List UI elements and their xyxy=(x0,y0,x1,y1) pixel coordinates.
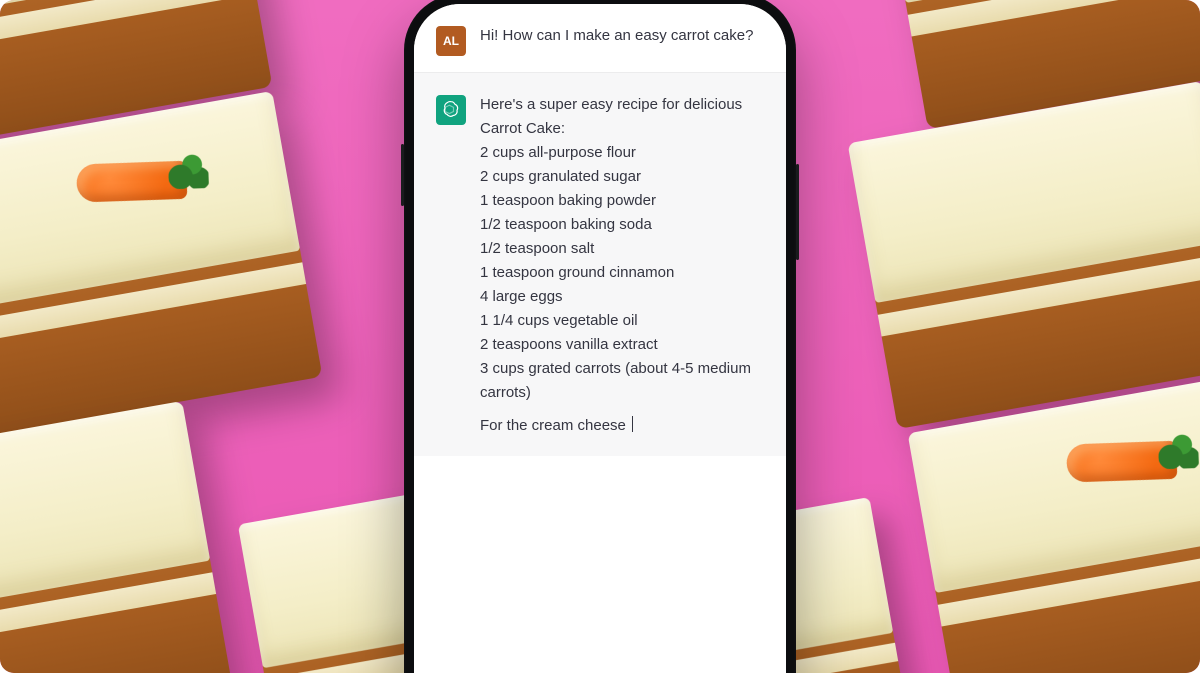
carrot-cake-slice xyxy=(848,81,1200,429)
carrot-cake-slice xyxy=(0,401,232,673)
ingredient-line: 1 1/4 cups vegetable oil xyxy=(480,309,764,333)
phone-frame: AL Hi! How can I make an easy carrot cak… xyxy=(404,0,796,673)
chat-message-assistant: Here's a super easy recipe for delicious… xyxy=(414,72,786,456)
assistant-avatar xyxy=(436,95,466,125)
typing-caret-icon xyxy=(632,416,633,432)
user-message-text: Hi! How can I make an easy carrot cake? xyxy=(480,24,764,54)
ingredient-line: 1/2 teaspoon salt xyxy=(480,237,764,261)
openai-logo-icon xyxy=(441,99,461,122)
ingredient-line: 2 cups granulated sugar xyxy=(480,165,764,189)
chat-message-user: AL Hi! How can I make an easy carrot cak… xyxy=(414,4,786,72)
ingredient-line: 3 cups grated carrots (about 4-5 medium … xyxy=(480,357,764,405)
promo-stage: AL Hi! How can I make an easy carrot cak… xyxy=(0,0,1200,673)
phone-screen[interactable]: AL Hi! How can I make an easy carrot cak… xyxy=(414,4,786,673)
chat-thread[interactable]: AL Hi! How can I make an easy carrot cak… xyxy=(414,4,786,673)
user-avatar: AL xyxy=(436,26,466,56)
assistant-message-text: Here's a super easy recipe for delicious… xyxy=(480,93,764,438)
assistant-intro: Here's a super easy recipe for delicious… xyxy=(480,93,764,141)
assistant-continuation: For the cream cheese xyxy=(480,417,630,434)
ingredient-line: 1 teaspoon ground cinnamon xyxy=(480,261,764,285)
ingredient-line: 2 cups all-purpose flour xyxy=(480,141,764,165)
ingredient-line: 2 teaspoons vanilla extract xyxy=(480,333,764,357)
user-avatar-initials: AL xyxy=(443,34,459,48)
ingredient-line: 1 teaspoon baking powder xyxy=(480,189,764,213)
carrot-cake-slice xyxy=(0,91,322,439)
ingredient-list: 2 cups all-purpose flour2 cups granulate… xyxy=(480,141,764,405)
ingredient-line: 4 large eggs xyxy=(480,285,764,309)
ingredient-line: 1/2 teaspoon baking soda xyxy=(480,213,764,237)
